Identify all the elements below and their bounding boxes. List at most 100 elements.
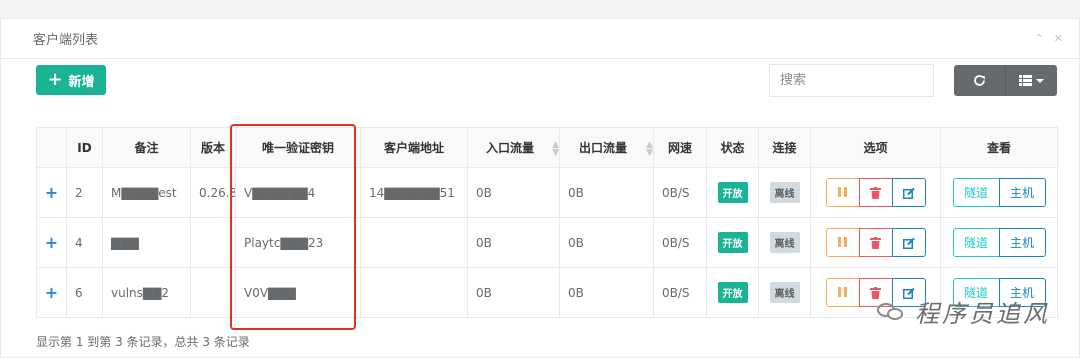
view-buttons: 隧道 主机	[949, 178, 1049, 207]
watermark: 程序员追风	[877, 294, 1050, 329]
connection-badge: 离线	[769, 232, 800, 253]
refresh-button[interactable]	[954, 65, 1005, 96]
sort-icon[interactable]: ▲ ▼	[646, 140, 653, 157]
col-id[interactable]: ID	[66, 127, 103, 168]
expand-row-icon[interactable]: +	[36, 217, 67, 268]
expand-row-icon[interactable]: +	[36, 267, 67, 318]
pause-button[interactable]	[825, 228, 860, 257]
status-badge: 开放	[717, 232, 748, 253]
plus-icon: +	[47, 69, 63, 90]
cell-status: 开放	[706, 167, 759, 218]
connection-badge: 离线	[769, 282, 800, 303]
col-status[interactable]: 状态	[706, 127, 759, 168]
cell-connection: 离线	[758, 267, 811, 318]
cell-version	[190, 217, 236, 268]
col-address[interactable]: 客户端地址	[360, 127, 468, 168]
delete-button[interactable]	[858, 228, 893, 257]
cell-id: 2	[66, 167, 103, 218]
cell-view: 隧道 主机	[940, 217, 1058, 268]
cell-options	[810, 167, 941, 218]
view-buttons: 隧道 主机	[949, 228, 1049, 257]
col-speed[interactable]: 网速	[653, 127, 707, 168]
col-in-traffic-label: 入口流量	[486, 140, 535, 155]
wechat-icon	[877, 301, 907, 323]
expand-row-icon[interactable]: +	[36, 167, 67, 218]
option-buttons	[819, 178, 932, 207]
cell-speed: 0B/S	[653, 267, 707, 318]
cell-speed: 0B/S	[653, 167, 707, 218]
col-view: 查看	[940, 127, 1058, 168]
pause-icon	[837, 236, 849, 250]
columns-toggle-button[interactable]	[1005, 65, 1057, 96]
close-icon[interactable]: ✕	[1054, 32, 1063, 45]
col-out-traffic-label: 出口流量	[579, 140, 628, 155]
option-buttons	[819, 228, 932, 257]
col-out-traffic[interactable]: 出口流量 ▲ ▼	[559, 127, 654, 168]
cell-options	[810, 217, 941, 268]
cell-status: 开放	[706, 267, 759, 318]
status-badge: 开放	[717, 182, 748, 203]
trash-icon	[870, 186, 881, 199]
add-label: 新增	[68, 74, 95, 90]
cell-remark: ▇▇▇	[102, 217, 191, 268]
search-input[interactable]	[769, 64, 934, 97]
cell-connection: 离线	[758, 217, 811, 268]
cell-address	[360, 267, 468, 318]
tunnel-button[interactable]: 隧道	[952, 228, 1000, 257]
pause-button[interactable]	[825, 178, 860, 207]
refresh-icon	[974, 75, 985, 86]
host-button[interactable]: 主机	[998, 178, 1046, 207]
sort-icon[interactable]: ▲ ▼	[552, 140, 559, 157]
delete-button[interactable]	[858, 178, 893, 207]
table-row: + 2 M▇▇▇▇est 0.26.8 V▇▇▇▇▇▇4 14▇▇▇▇▇▇51 …	[36, 167, 1058, 218]
table-header-row: ID 备注 版本 唯一验证密钥 客户端地址 入口流量 ▲ ▼ 出口流量 ▲ ▼ 网速 状…	[36, 127, 1058, 168]
pause-button[interactable]	[825, 278, 860, 307]
host-button[interactable]: 主机	[998, 228, 1046, 257]
table-row: + 4 ▇▇▇ Playtc▇▇▇23 0B 0B 0B/S 开放 离线 隧道	[36, 217, 1058, 268]
add-client-button[interactable]: + 新增	[36, 65, 106, 95]
table-view-buttons	[954, 65, 1057, 96]
cell-in-traffic: 0B	[467, 167, 560, 218]
cell-speed: 0B/S	[653, 217, 707, 268]
col-version[interactable]: 版本	[190, 127, 236, 168]
pagination-summary: 显示第 1 到第 3 条记录，总共 3 条记录	[36, 335, 250, 349]
cell-out-traffic: 0B	[559, 167, 654, 218]
cell-id: 4	[66, 217, 103, 268]
col-in-traffic[interactable]: 入口流量 ▲ ▼	[467, 127, 560, 168]
cell-remark: vulns▇▇2	[102, 267, 191, 318]
cell-remark: M▇▇▇▇est	[102, 167, 191, 218]
col-remark[interactable]: 备注	[102, 127, 191, 168]
cell-in-traffic: 0B	[467, 217, 560, 268]
col-key[interactable]: 唯一验证密钥	[235, 127, 361, 168]
table-toolbar: + 新增	[36, 64, 1057, 97]
edit-icon	[902, 187, 915, 199]
list-icon	[1019, 75, 1032, 86]
edit-button[interactable]	[891, 228, 926, 257]
tunnel-button[interactable]: 隧道	[952, 178, 1000, 207]
cell-out-traffic: 0B	[559, 267, 654, 318]
pause-icon	[837, 286, 849, 300]
collapse-icon[interactable]: ⌃	[1035, 32, 1044, 45]
cell-key: V▇▇▇▇▇▇4	[235, 167, 361, 218]
cell-connection: 离线	[758, 167, 811, 218]
cell-id: 6	[66, 267, 103, 318]
cell-version: 0.26.8	[190, 167, 236, 218]
panel-title: 客户端列表	[33, 33, 99, 48]
trash-icon	[870, 236, 881, 249]
connection-badge: 离线	[769, 182, 800, 203]
client-table: ID 备注 版本 唯一验证密钥 客户端地址 入口流量 ▲ ▼ 出口流量 ▲ ▼ 网速 状…	[36, 127, 1058, 318]
cell-address: 14▇▇▇▇▇▇51	[360, 167, 468, 218]
cell-key: Playtc▇▇▇23	[235, 217, 361, 268]
cell-in-traffic: 0B	[467, 267, 560, 318]
cell-address	[360, 217, 468, 268]
col-connection[interactable]: 连接	[758, 127, 811, 168]
cell-view: 隧道 主机	[940, 167, 1058, 218]
status-badge: 开放	[717, 282, 748, 303]
chevron-down-icon	[1036, 78, 1044, 83]
cell-version	[190, 267, 236, 318]
cell-key: V0V▇▇▇	[235, 267, 361, 318]
watermark-text: 程序员追风	[915, 300, 1050, 328]
edit-button[interactable]	[891, 178, 926, 207]
col-expand	[36, 127, 67, 168]
cell-status: 开放	[706, 217, 759, 268]
